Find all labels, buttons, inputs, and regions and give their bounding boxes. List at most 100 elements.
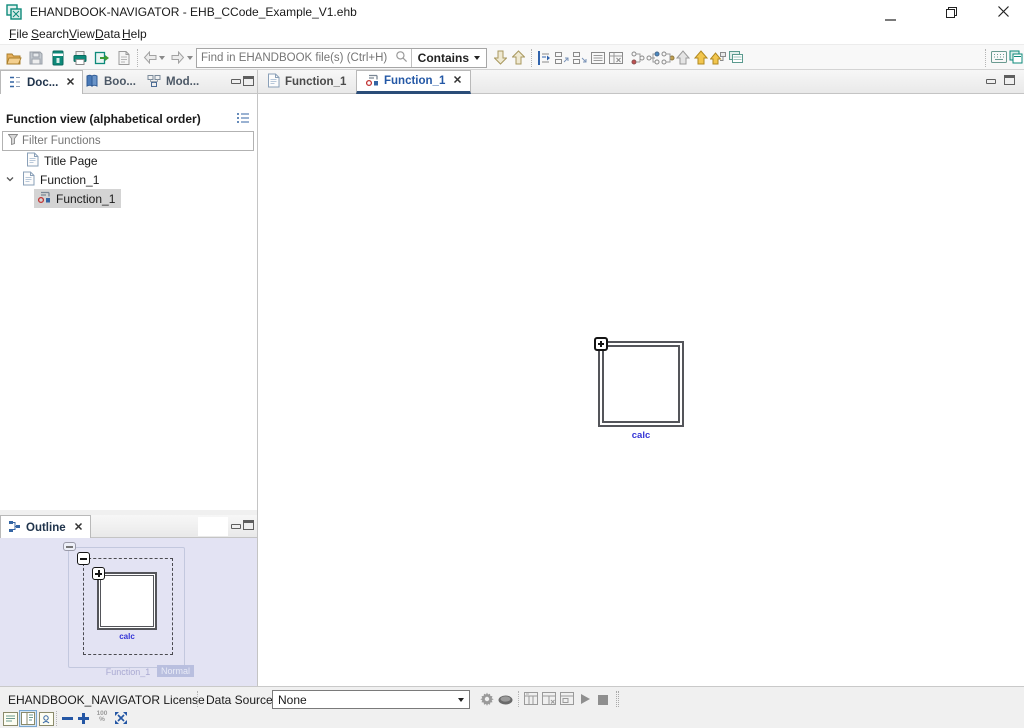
tree-expand-chevron-icon[interactable] [5,173,15,187]
table-view-icon[interactable] [608,50,624,69]
window-minimize-button[interactable] [885,11,897,25]
status-separator [518,691,519,707]
show-sources-icon[interactable] [630,50,646,69]
zoom-out-button[interactable] [62,717,73,720]
show-connections-icon[interactable] [660,50,676,69]
save-icon[interactable] [28,50,44,69]
zoom-reset-button[interactable]: 100 % [94,711,110,723]
tab-outline[interactable]: Outline [0,515,91,539]
tree-item-title-page[interactable]: Title Page [0,151,257,170]
documents-tree-icon [8,75,22,92]
tree-item-function1[interactable]: Function_1 [0,170,257,189]
collapse-block-button[interactable] [77,552,90,565]
new-window-icon[interactable] [1009,50,1023,67]
tab-documents[interactable]: Doc... [0,70,83,95]
document-icon [26,152,39,170]
list-view-icon[interactable] [590,50,606,69]
toolbar: Contains [0,44,1024,70]
minimize-panel-icon[interactable] [231,79,241,84]
tab-models-label: Mod... [166,76,199,88]
go-to-root-icon[interactable] [710,50,726,68]
back-history-caret[interactable] [159,56,165,60]
book-icon [85,74,99,91]
layout-split-selected[interactable] [19,710,37,727]
function-view-header: Function view (alphabetical order) [6,112,201,126]
editor-tab-label: Function_1 [285,76,346,88]
layout-detail-icon[interactable] [39,712,54,728]
open-ebook-icon[interactable] [50,50,66,69]
print-icon[interactable] [72,50,88,69]
collapse-all-icon[interactable] [554,50,570,69]
export-pdf-icon[interactable] [116,50,132,69]
maximize-panel-icon[interactable] [243,520,254,530]
filter-functions-input[interactable] [22,133,253,149]
expand-all-icon[interactable] [572,50,588,69]
layout-page-icon[interactable] [3,712,18,728]
zoom-reset-bottom: % [99,716,105,723]
window-title: EHANDBOOK-NAVIGATOR - EHB_CCode_Example_… [30,5,357,19]
forward-history-caret[interactable] [187,56,193,60]
keyboard-shortcuts-icon[interactable] [991,51,1007,66]
filter-box [2,131,254,151]
tree-item-function1-diagram[interactable]: Function_1 [34,189,121,208]
toolbar-separator [531,49,532,67]
search-icon[interactable] [395,50,408,66]
export-icon[interactable] [94,50,110,69]
window-close-button[interactable] [997,5,1010,21]
close-icon[interactable] [74,522,83,534]
tab-models[interactable]: Mod... [140,70,206,94]
find-input[interactable] [201,50,394,66]
minimize-editor-icon[interactable] [986,79,996,84]
view-menu-icon[interactable] [236,112,250,127]
expand-block-button[interactable] [92,567,105,580]
model-hierarchy-icon [147,74,161,91]
stop-measurement-icon [598,694,608,708]
editor-tab-function1-doc[interactable]: Function_1 [259,70,354,94]
zoom-in-button[interactable] [78,713,89,724]
outline-page-collapse-button[interactable] [63,542,76,551]
find-previous-icon[interactable] [512,50,525,68]
app-window: EHANDBOOK-NAVIGATOR - EHB_CCode_Example_… [0,0,1024,728]
forward-icon[interactable] [171,51,185,67]
close-icon[interactable] [453,75,462,87]
minimize-panel-icon[interactable] [231,524,241,529]
open-file-icon[interactable] [6,50,22,69]
title-bar: EHANDBOOK-NAVIGATOR - EHB_CCode_Example_… [0,0,1024,24]
show-data-icon[interactable] [498,694,513,708]
expand-block-button[interactable] [594,337,608,351]
go-to-parent-icon[interactable] [694,50,708,68]
find-next-icon[interactable] [494,50,507,68]
filter-icon [8,134,18,148]
function-diagram-icon [37,190,51,207]
menu-help[interactable]: Help [113,24,156,44]
outline-icon [8,520,21,536]
close-icon[interactable] [66,77,75,89]
outline-content[interactable]: calc Function_1 Normal [0,538,257,686]
function-diagram-icon [365,73,379,90]
navigate-up-icon[interactable] [676,50,690,68]
window-restore-button[interactable] [945,6,958,22]
expand-selected-icon[interactable] [536,50,552,69]
drag-handle[interactable] [616,691,619,707]
settings-gear-icon[interactable] [480,692,494,709]
diagram-canvas[interactable]: calc [258,94,1024,686]
back-icon[interactable] [143,51,157,67]
maximize-panel-icon[interactable] [243,76,254,86]
show-targets-icon[interactable] [645,50,661,69]
contains-dropdown[interactable]: Contains [412,51,486,65]
maximize-editor-icon[interactable] [1004,75,1015,85]
editor-tabbar: Function_1 Function_1 [258,70,1024,94]
start-measurement-icon [580,693,591,708]
clone-view-icon[interactable] [728,50,744,68]
toolbar-separator [137,49,138,67]
outline-calc-block[interactable] [97,572,157,630]
function-view-panel: Function view (alphabetical order) Title… [0,94,257,510]
license-status: EHANDBOOK_NAVIGATOR License [8,693,205,707]
fit-to-view-button[interactable] [114,711,128,728]
tab-bookmarks[interactable]: Boo... [78,70,143,94]
editor-tab-function1-diagram[interactable]: Function_1 [356,70,471,94]
tree-item-label: Title Page [44,154,98,168]
data-source-dropdown[interactable]: None [272,690,470,709]
toolbar-separator [985,49,986,67]
calc-block[interactable] [598,341,684,427]
